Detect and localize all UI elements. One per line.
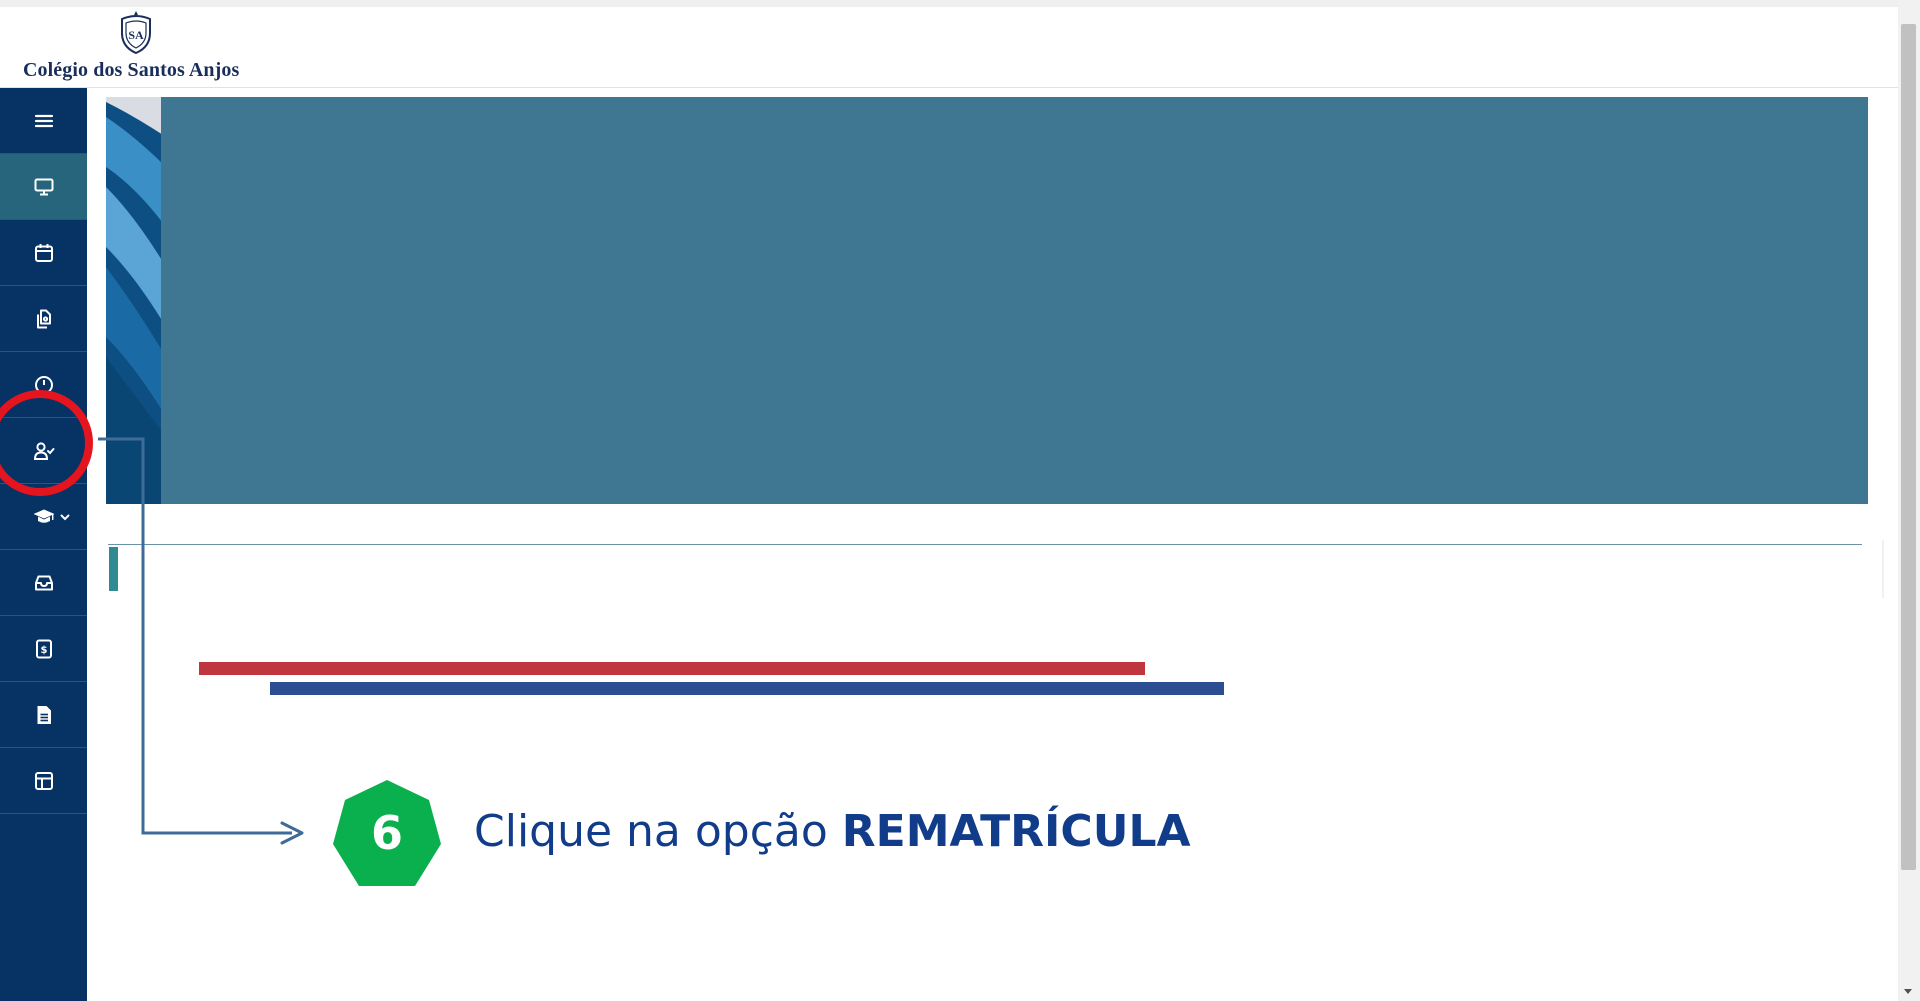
section-divider [108, 544, 1862, 545]
content-edge [1882, 540, 1884, 598]
invoice-dollar-icon: $ [35, 639, 52, 658]
sidebar-item-financial[interactable]: $ [0, 616, 87, 682]
calendar-icon [34, 243, 53, 262]
graduation-cap-icon [33, 509, 54, 523]
instruction-highlight: REMATRÍCULA [841, 806, 1191, 857]
sidebar: $ [0, 88, 87, 1001]
redacted-bar-red [199, 662, 1145, 675]
menu-icon [34, 114, 53, 127]
redacted-bar-blue [270, 682, 1224, 695]
clock-icon [34, 375, 53, 394]
svg-text:SA: SA [128, 28, 144, 42]
hero-banner [106, 97, 1868, 504]
banner-image-area [161, 97, 1868, 504]
documents-icon [36, 309, 51, 328]
svg-text:$: $ [40, 645, 47, 656]
sidebar-item-reports[interactable] [0, 682, 87, 748]
sidebar-menu-toggle[interactable] [0, 88, 87, 154]
sidebar-item-rematricula[interactable] [0, 418, 87, 484]
user-check-icon [33, 441, 54, 460]
school-logo[interactable]: SA Colégio dos Santos Anjos [10, 7, 250, 87]
crest-icon: SA [121, 11, 151, 55]
instruction-text: Clique na opção REMATRÍCULA [474, 806, 1191, 857]
top-strip [0, 0, 1920, 7]
app-header: SA Colégio dos Santos Anjos [0, 7, 1898, 88]
instruction-prefix: Clique na opção [474, 806, 842, 857]
section-accent [109, 547, 118, 591]
scrollbar-thumb[interactable] [1901, 24, 1916, 870]
document-text-icon [37, 705, 51, 724]
sidebar-item-history[interactable] [0, 352, 87, 418]
sidebar-item-dashboard[interactable] [0, 154, 87, 220]
sidebar-item-calendar[interactable] [0, 220, 87, 286]
sidebar-item-documents[interactable] [0, 286, 87, 352]
monitor-icon [34, 178, 53, 195]
inbox-icon [34, 575, 53, 590]
vertical-scrollbar[interactable] [1898, 0, 1920, 1001]
sidebar-item-panel[interactable] [0, 748, 87, 814]
chevron-down-icon [60, 514, 70, 521]
sidebar-item-messages[interactable] [0, 550, 87, 616]
banner-wave-art [106, 97, 166, 504]
school-name: Colégio dos Santos Anjos [23, 59, 240, 81]
layout-icon [34, 771, 53, 790]
step-number: 6 [370, 806, 403, 860]
sidebar-item-academic[interactable] [0, 484, 87, 550]
scroll-down-arrow-icon[interactable] [1904, 989, 1912, 994]
